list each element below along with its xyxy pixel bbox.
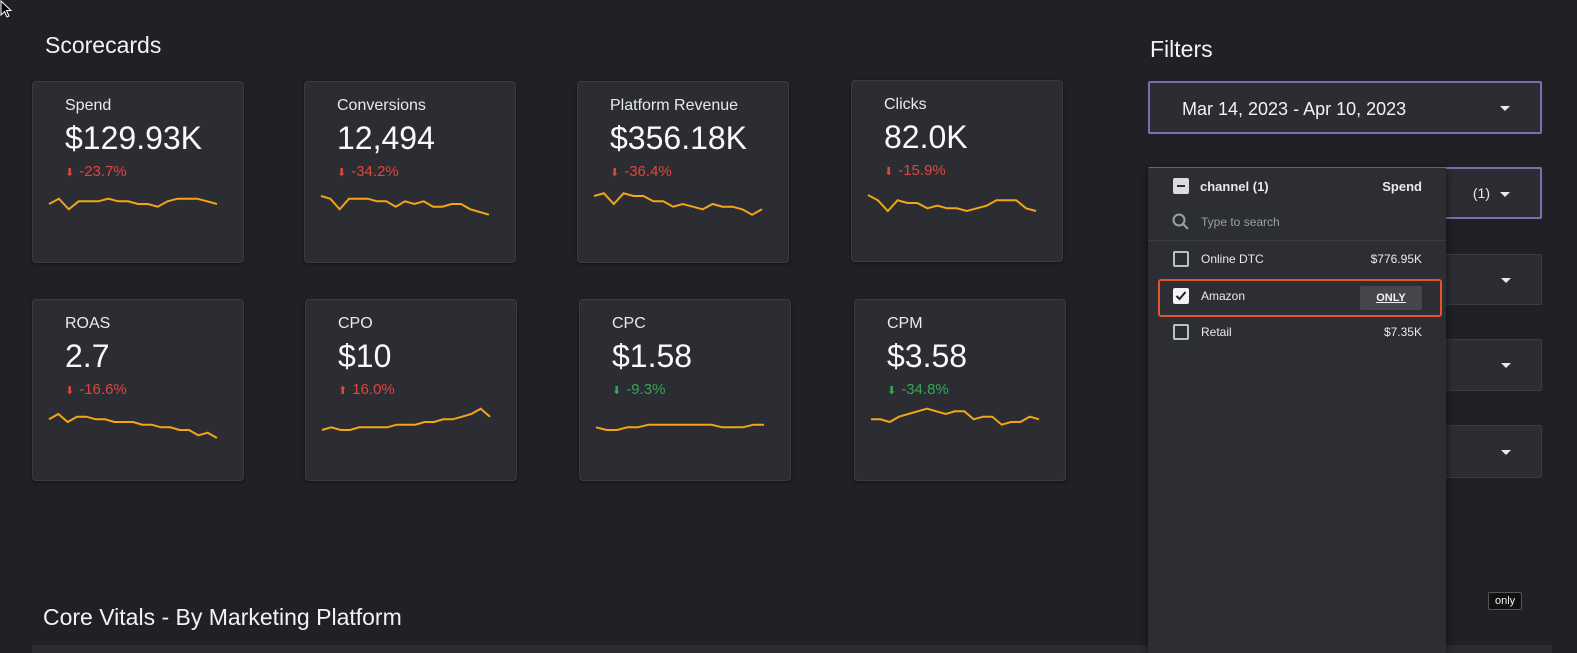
date-range-filter[interactable]: Mar 14, 2023 - Apr 10, 2023 bbox=[1148, 81, 1542, 134]
dropdown-option-online-dtc[interactable]: Online DTC $776.95K bbox=[1148, 243, 1446, 277]
scorecard-clicks[interactable]: Clicks 82.0K ⬇ -15.9% bbox=[851, 80, 1063, 262]
scorecard-value: $1.58 bbox=[612, 338, 693, 374]
sparkline-series bbox=[867, 194, 1037, 213]
arrow-down-icon: ⬇ bbox=[612, 385, 622, 397]
channel-filter-count: (1) bbox=[1472, 185, 1490, 201]
select-all-checkbox[interactable] bbox=[1173, 178, 1189, 194]
scorecard-label: Spend bbox=[65, 97, 112, 114]
scorecard-label: CPO bbox=[338, 315, 373, 332]
arrow-down-icon: ⬇ bbox=[887, 385, 897, 397]
arrow-up-icon: ⬆ bbox=[338, 385, 348, 397]
sparkline-series bbox=[48, 412, 218, 439]
sparkline-series bbox=[48, 197, 218, 211]
only-button[interactable]: ONLY bbox=[1360, 286, 1422, 310]
search-placeholder: Type to search bbox=[1201, 215, 1280, 229]
sparkline-series bbox=[321, 407, 491, 431]
sparkline-series bbox=[871, 407, 1040, 426]
scorecard-delta: ⬇ -16.6% bbox=[65, 381, 127, 398]
option-checkbox[interactable] bbox=[1173, 324, 1189, 340]
arrow-down-icon: ⬇ bbox=[884, 166, 894, 178]
sparkline-series bbox=[593, 192, 763, 216]
arrow-down-icon: ⬇ bbox=[610, 167, 620, 179]
scorecard-roas[interactable]: ROAS 2.7 ⬇ -16.6% bbox=[32, 299, 244, 481]
dropdown-header-label: channel (1) bbox=[1200, 179, 1269, 194]
scorecard-label: Conversions bbox=[337, 97, 426, 114]
scorecard-cpm[interactable]: CPM $3.58 ⬇ -34.8% bbox=[854, 299, 1066, 481]
scorecard-value: 2.7 bbox=[65, 338, 110, 374]
scorecard-label: CPM bbox=[887, 315, 923, 332]
scorecard-conversions[interactable]: Conversions 12,494 ⬇ -34.2% bbox=[304, 81, 516, 263]
mouse-cursor-icon bbox=[0, 0, 12, 18]
caret-down-icon bbox=[1500, 192, 1510, 197]
caret-down-icon bbox=[1501, 278, 1511, 283]
scorecard-label: ROAS bbox=[65, 315, 111, 332]
scorecard-delta: ⬇ -36.4% bbox=[610, 163, 672, 180]
sparkline-chart bbox=[595, 423, 764, 431]
core-vitals-title: Core Vitals - By Marketing Platform bbox=[43, 604, 402, 630]
caret-down-icon bbox=[1500, 106, 1510, 111]
arrow-down-icon: ⬇ bbox=[65, 385, 75, 397]
scorecard-value: 82.0K bbox=[884, 119, 968, 155]
option-amount: $776.95K bbox=[1370, 252, 1422, 266]
channel-dropdown: channel (1) Spend Type to search Online … bbox=[1148, 168, 1446, 653]
sparkline-chart bbox=[48, 412, 218, 439]
sparkline-chart bbox=[593, 192, 763, 216]
scorecard-label: CPC bbox=[612, 315, 646, 332]
sparkline-chart bbox=[867, 194, 1037, 213]
arrow-down-icon: ⬇ bbox=[65, 167, 75, 179]
dropdown-option-retail[interactable]: Retail $7.35K bbox=[1148, 316, 1446, 350]
scorecard-label: Platform Revenue bbox=[610, 97, 739, 114]
option-amount: $7.35K bbox=[1383, 325, 1422, 339]
scorecard-delta: ⬇ -23.7% bbox=[65, 163, 127, 180]
caret-down-icon bbox=[1501, 450, 1511, 455]
scorecard-value: 12,494 bbox=[337, 120, 435, 156]
scorecards-title: Scorecards bbox=[45, 32, 162, 58]
scorecard-delta: ⬇ -15.9% bbox=[884, 162, 946, 179]
dropdown-header: channel (1) Spend bbox=[1148, 168, 1446, 204]
dropdown-search[interactable]: Type to search bbox=[1148, 204, 1446, 241]
option-checkbox[interactable] bbox=[1173, 251, 1189, 267]
sparkline-chart bbox=[320, 195, 490, 216]
sparkline-series bbox=[320, 195, 490, 216]
scorecard-cpo[interactable]: CPO $10 ⬆ 16.0% bbox=[305, 299, 517, 481]
filters-title: Filters bbox=[1150, 36, 1213, 62]
scorecard-delta: ⬇ -34.8% bbox=[887, 381, 949, 398]
scorecard-spend[interactable]: Spend $129.93K ⬇ -23.7% bbox=[32, 81, 244, 263]
scorecard-delta: ⬇ -9.3% bbox=[612, 381, 666, 398]
dropdown-metric-label: Spend bbox=[1382, 179, 1422, 194]
scorecard-value: $10 bbox=[338, 338, 392, 374]
scorecard-delta: ⬇ -34.2% bbox=[337, 163, 399, 180]
date-range-value: Mar 14, 2023 - Apr 10, 2023 bbox=[1182, 99, 1407, 119]
sparkline-chart bbox=[48, 197, 218, 211]
arrow-down-icon: ⬇ bbox=[337, 167, 347, 179]
scorecard-label: Clicks bbox=[884, 96, 927, 113]
option-label: Retail bbox=[1201, 325, 1232, 339]
scorecard-value: $356.18K bbox=[610, 120, 748, 156]
scorecard-cpc[interactable]: CPC $1.58 ⬇ -9.3% bbox=[579, 299, 791, 481]
scorecard-delta: ⬆ 16.0% bbox=[338, 381, 395, 398]
search-icon bbox=[1172, 213, 1189, 230]
scorecard-value: $3.58 bbox=[887, 338, 968, 374]
only-tooltip: only bbox=[1488, 592, 1523, 610]
scorecard-platform-revenue[interactable]: Platform Revenue $356.18K ⬇ -36.4% bbox=[577, 81, 789, 263]
caret-down-icon bbox=[1501, 363, 1511, 368]
sparkline-series bbox=[595, 423, 764, 431]
option-label: Online DTC bbox=[1201, 252, 1264, 266]
sparkline-chart bbox=[321, 407, 491, 431]
sparkline-chart bbox=[871, 407, 1040, 426]
scorecard-value: $129.93K bbox=[65, 120, 203, 156]
